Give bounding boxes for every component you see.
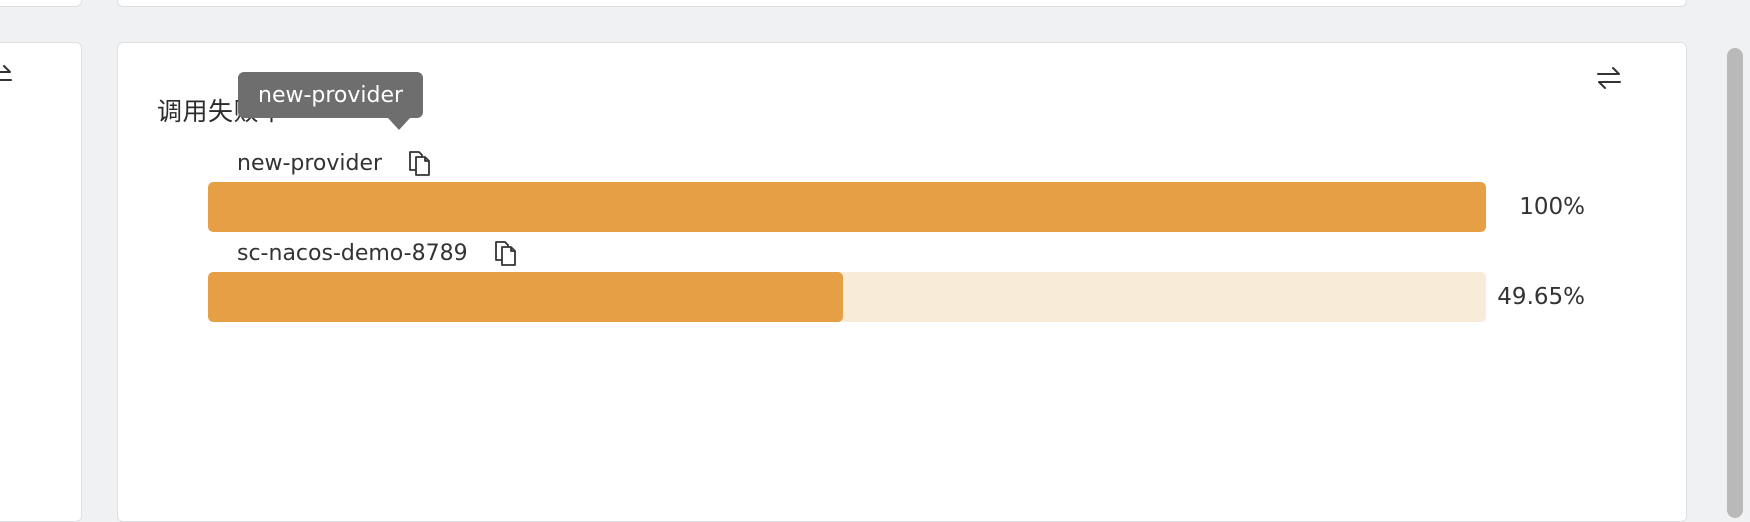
scrollbar-thumb[interactable] bbox=[1727, 48, 1743, 518]
top-right-card bbox=[117, 0, 1687, 7]
service-name: new-provider bbox=[237, 150, 383, 176]
progress-track bbox=[208, 272, 1486, 322]
copy-icon[interactable] bbox=[406, 149, 432, 177]
percent-label: 49.65% bbox=[1497, 284, 1585, 310]
swap-arrows-icon[interactable] bbox=[0, 64, 14, 88]
left-card bbox=[0, 42, 82, 522]
top-left-card bbox=[0, 0, 82, 7]
swap-arrows-icon[interactable] bbox=[1595, 66, 1623, 90]
percent-label: 100% bbox=[1519, 194, 1585, 220]
row-label-new-provider: new-provider bbox=[237, 148, 432, 178]
service-name: sc-nacos-demo-8789 bbox=[237, 240, 468, 266]
copy-icon[interactable] bbox=[492, 239, 518, 267]
progress-fill bbox=[208, 182, 1486, 232]
row-label-sc-nacos-demo: sc-nacos-demo-8789 bbox=[237, 238, 518, 268]
progress-track bbox=[208, 182, 1486, 232]
tooltip: new-provider bbox=[238, 72, 424, 118]
tooltip-arrow bbox=[388, 118, 410, 130]
progress-fill bbox=[208, 272, 843, 322]
